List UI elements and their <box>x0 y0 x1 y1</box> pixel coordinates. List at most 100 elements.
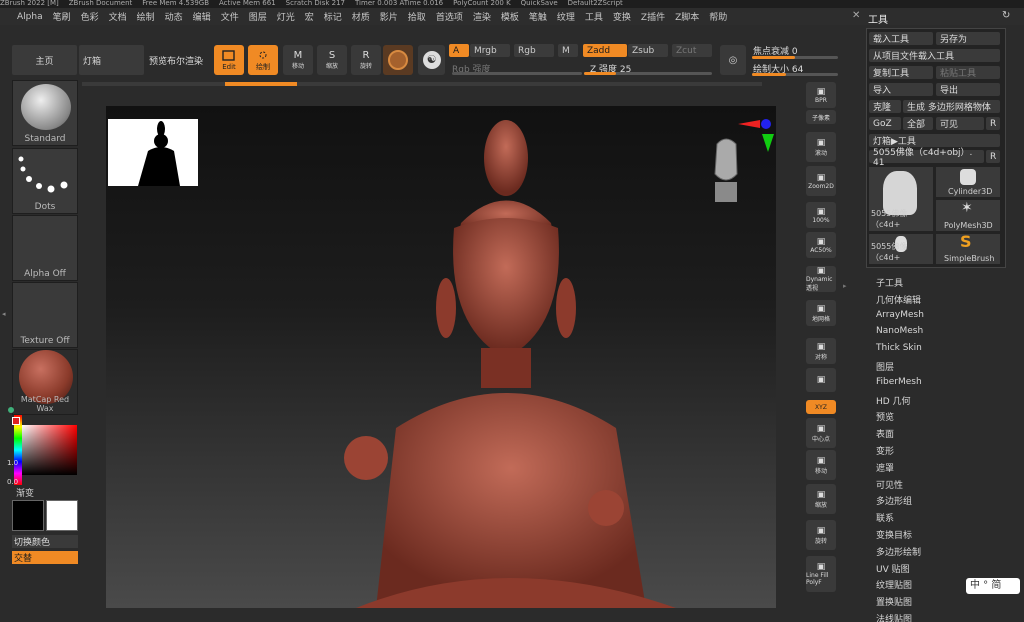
tool-section-header[interactable]: 表面 <box>876 427 1006 444</box>
tool-frame-button[interactable]: ▣ 中心点 <box>806 418 836 448</box>
export-button[interactable]: 导出 <box>936 83 1000 96</box>
tool-section-header[interactable]: 几何体编辑 <box>876 293 1006 310</box>
tool-zoom100-button[interactable]: ▣ 100% <box>806 202 836 228</box>
tool-thumb-statue[interactable]: 5055佛像（c4d+ <box>869 167 933 231</box>
tool-ac50-button[interactable]: ▣ AC50% <box>806 232 836 258</box>
tool-section-header[interactable]: ArrayMesh <box>876 310 1006 327</box>
menu-item[interactable]: 拾取 <box>403 10 431 23</box>
menu-item[interactable]: 模板 <box>496 10 524 23</box>
paste-tool-button[interactable]: 粘贴工具 <box>936 66 1000 79</box>
copy-tool-button[interactable]: 复制工具 <box>869 66 933 79</box>
primary-color-swatch[interactable] <box>12 500 44 531</box>
menu-item[interactable]: Z脚本 <box>670 10 704 23</box>
right-tray-handle[interactable]: ▸ <box>843 282 847 290</box>
import-button[interactable]: 导入 <box>869 83 933 96</box>
shelf-scroll-thumb[interactable] <box>225 82 297 86</box>
texture-selector[interactable]: Texture Off <box>12 282 78 348</box>
menu-item[interactable]: 文档 <box>104 10 132 23</box>
tool-section-header[interactable]: 图层 <box>876 360 1006 377</box>
z-intensity-slider[interactable] <box>584 72 712 75</box>
refresh-icon[interactable]: ↻ <box>1002 10 1010 21</box>
main-color-swatch[interactable] <box>12 417 20 425</box>
goz-r-button[interactable]: R <box>986 117 1000 130</box>
stroke-selector[interactable]: Dots <box>12 148 78 214</box>
alpha-selector[interactable]: Alpha Off <box>12 215 78 281</box>
color-picker[interactable] <box>22 425 77 475</box>
m-toggle[interactable]: M <box>558 44 578 57</box>
silhouette-navigator[interactable] <box>108 119 198 186</box>
tool-section-header[interactable]: NanoMesh <box>876 326 1006 343</box>
menu-item[interactable]: 笔触 <box>524 10 552 23</box>
menu-item[interactable]: 图层 <box>244 10 272 23</box>
hue-slider[interactable] <box>14 415 22 485</box>
document-canvas[interactable] <box>106 106 776 608</box>
brush-selector[interactable]: Standard <box>12 80 78 146</box>
tool-section-header[interactable]: UV 贴图 <box>876 562 1006 579</box>
edit-button[interactable]: Edit <box>214 45 244 75</box>
menu-item[interactable]: 渲染 <box>468 10 496 23</box>
tool-section-header[interactable]: 子工具 <box>876 276 1006 293</box>
move-button[interactable]: M 移动 <box>283 45 313 75</box>
pin-icon[interactable]: ✕ <box>852 10 860 21</box>
tool-thumb-polymesh[interactable]: ✶ PolyMesh3D <box>936 200 1000 231</box>
tool-move-button[interactable]: ▣ 移动 <box>806 450 836 480</box>
menu-item[interactable]: 灯光 <box>272 10 300 23</box>
tool-section-header[interactable]: 变形 <box>876 444 1006 461</box>
tool-section-header[interactable]: 预览 <box>876 410 1006 427</box>
tool-rotate-button[interactable]: ▣ 旋转 <box>806 520 836 550</box>
tool-section-header[interactable]: 联系 <box>876 511 1006 528</box>
make-polymesh-button[interactable]: 生成 多边形网格物体 <box>903 100 1000 113</box>
save-as-button[interactable]: 另存为 <box>936 32 1000 45</box>
tool-thumb-cylinder[interactable]: Cylinder3D <box>936 167 1000 197</box>
menu-item[interactable]: 首选项 <box>431 10 468 23</box>
zcut-toggle[interactable]: Zcut <box>672 44 712 57</box>
tool-section-header[interactable]: Thick Skin <box>876 343 1006 360</box>
draw-button[interactable]: 绘制 <box>248 45 278 75</box>
tool-section-header[interactable]: 多边形绘制 <box>876 545 1006 562</box>
clone-button[interactable]: 克隆 <box>869 100 901 113</box>
tool-section-header[interactable]: 遮罩 <box>876 461 1006 478</box>
mrgb-toggle[interactable]: Mrgb <box>470 44 510 57</box>
menu-item[interactable]: 帮助 <box>704 10 732 23</box>
current-tool-r-button[interactable]: R <box>986 150 1000 163</box>
alternate-button[interactable]: 交替 <box>12 551 78 564</box>
tool-bpr-button[interactable]: ▣ BPR <box>806 82 836 108</box>
goz-all-button[interactable]: 全部 <box>903 117 933 130</box>
tool-zoom2d-button[interactable]: ▣ Zoom2D <box>806 166 836 196</box>
draw-size-slider[interactable] <box>752 73 838 76</box>
focal-shift-slider[interactable] <box>752 56 838 59</box>
menu-item[interactable]: 色彩 <box>76 10 104 23</box>
load-tool-button[interactable]: 载入工具 <box>869 32 933 45</box>
rotate-button[interactable]: R 旋转 <box>351 45 381 75</box>
menu-item[interactable]: 变换 <box>608 10 636 23</box>
current-tool-slider[interactable]: 5055佛像（c4d+obj）. 41 <box>869 148 984 168</box>
material-swatch-button[interactable] <box>383 45 413 75</box>
zsub-toggle[interactable]: Zsub <box>628 44 668 57</box>
home-button[interactable]: 主页 <box>12 45 77 75</box>
tool-scroll-button[interactable]: ▣ 滚动 <box>806 132 836 162</box>
menu-item[interactable]: 标记 <box>319 10 347 23</box>
tool-section-header[interactable]: 置换贴图 <box>876 595 1006 612</box>
axis-gizmo-icon[interactable] <box>736 118 774 158</box>
menu-item[interactable]: 编辑 <box>188 10 216 23</box>
tool-symmetry-button[interactable]: ▣ 对称 <box>806 338 836 364</box>
ime-indicator[interactable]: 中 ° 简 <box>966 578 1020 594</box>
menu-item[interactable]: 影片 <box>375 10 403 23</box>
tool-section-header[interactable]: 法线贴图 <box>876 612 1006 622</box>
tool-section-header[interactable]: 多边形组 <box>876 494 1006 511</box>
tool-thumb-simplebrush[interactable]: S SimpleBrush <box>936 232 1000 264</box>
switch-color-button[interactable]: 切换颜色 <box>12 535 78 548</box>
scale-button[interactable]: S 缩放 <box>317 45 347 75</box>
a-toggle[interactable]: A <box>449 44 469 57</box>
buddha-statue-model[interactable] <box>316 118 696 608</box>
menu-item[interactable]: 宏 <box>300 10 319 23</box>
tool-section-header[interactable]: 可见性 <box>876 478 1006 495</box>
preview-render-button[interactable]: 预览布尔渲染 <box>149 54 203 67</box>
menu-item[interactable]: 材质 <box>347 10 375 23</box>
load-from-project-button[interactable]: 从项目文件载入工具 <box>869 49 1000 62</box>
goz-button[interactable]: GoZ <box>869 117 901 130</box>
secondary-color-swatch[interactable] <box>46 500 78 531</box>
menu-item[interactable]: 工具 <box>580 10 608 23</box>
tool-zoom3d-button[interactable]: ▣ 缩放 <box>806 484 836 514</box>
spotlight-button[interactable]: ◎ <box>720 45 746 75</box>
